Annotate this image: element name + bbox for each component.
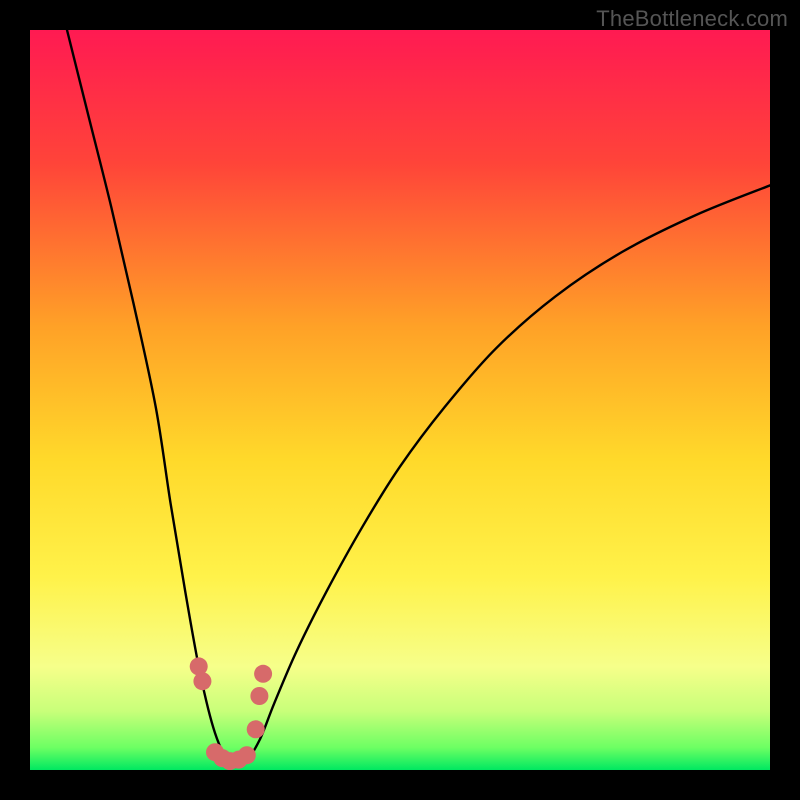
chart-area — [30, 30, 770, 770]
highlight-dot — [193, 672, 211, 690]
bottleneck-chart — [30, 30, 770, 770]
watermark-text: TheBottleneck.com — [596, 6, 788, 32]
highlight-dot — [254, 665, 272, 683]
outer-frame: TheBottleneck.com — [0, 0, 800, 800]
gradient-background — [30, 30, 770, 770]
highlight-dot — [238, 746, 256, 764]
highlight-dot — [247, 720, 265, 738]
highlight-dot — [250, 687, 268, 705]
